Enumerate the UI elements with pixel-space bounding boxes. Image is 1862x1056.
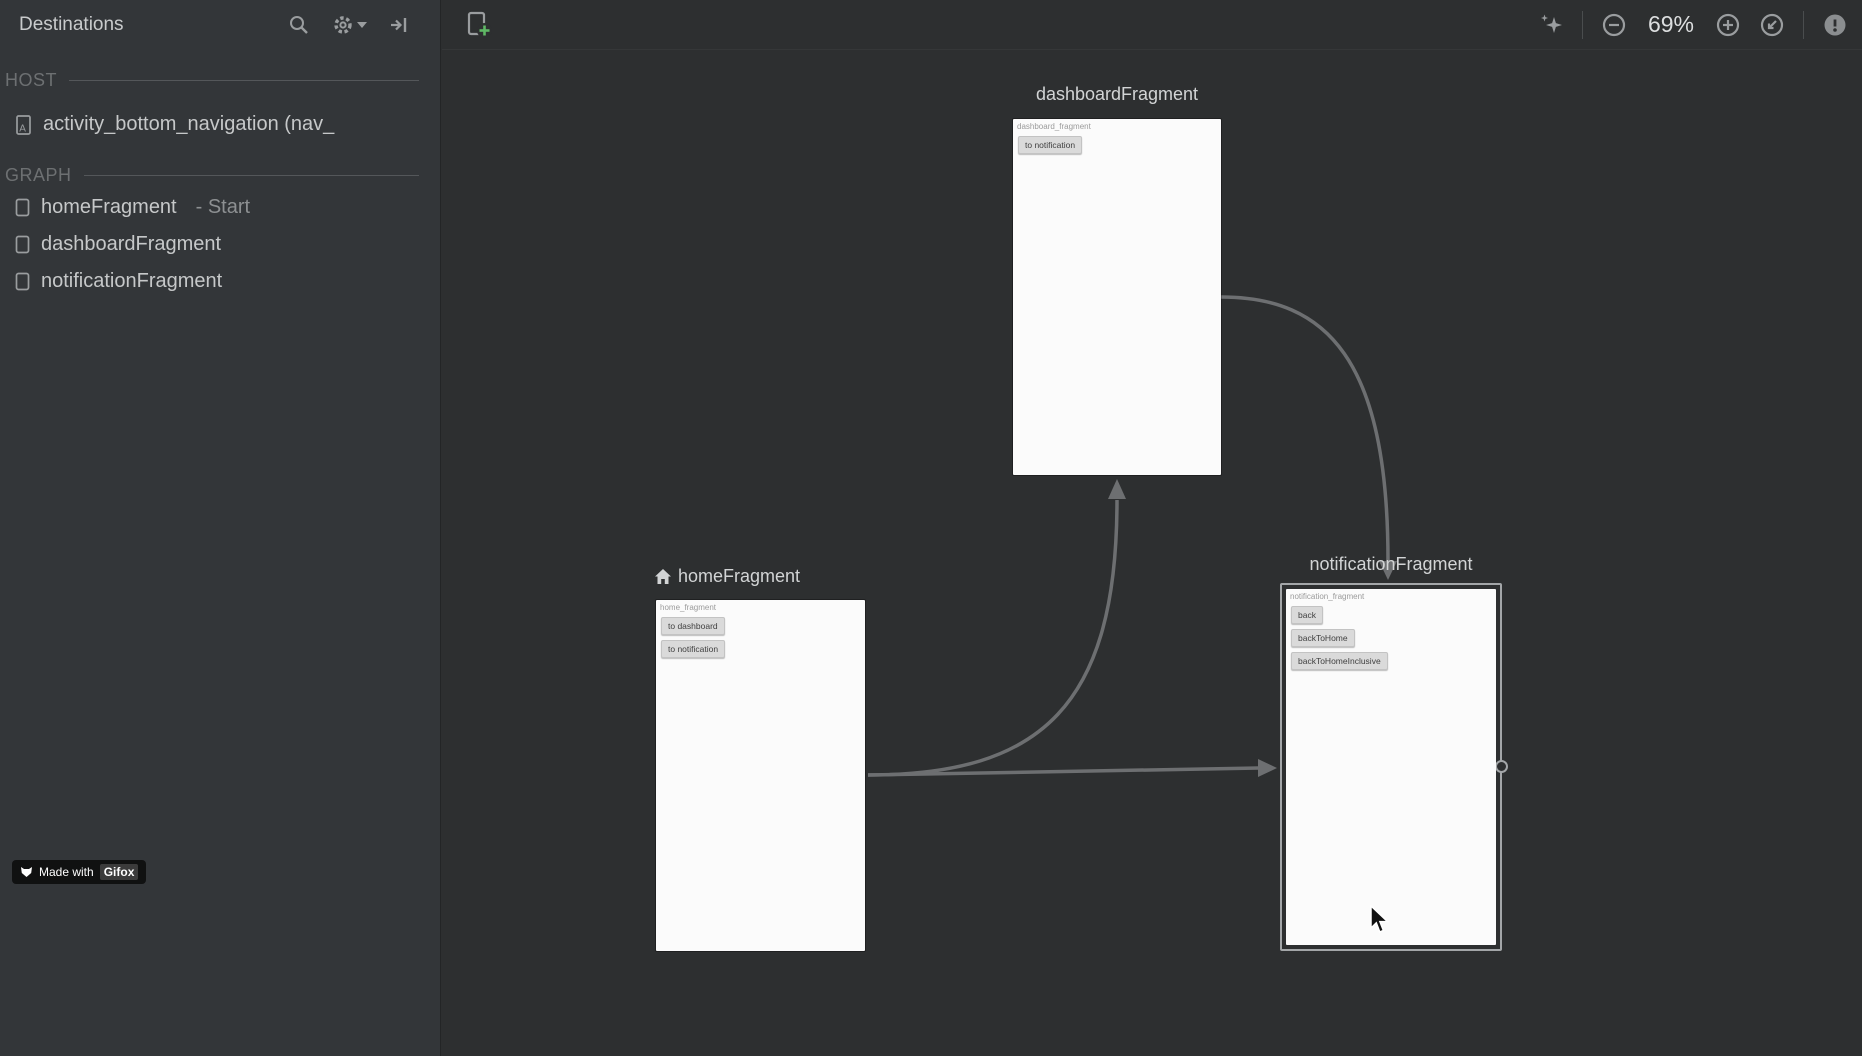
toolbar-right-group: 69% <box>1538 10 1848 39</box>
ai-sparkle-icon[interactable] <box>1538 12 1564 38</box>
fragment-icon <box>15 235 30 254</box>
watermark-text: Made with <box>39 865 94 879</box>
zoom-in-icon[interactable] <box>1715 12 1741 38</box>
watermark-brand: Gifox <box>99 864 139 880</box>
sidebar-item-home-fragment[interactable]: homeFragment - Start <box>0 189 440 226</box>
new-destination-icon[interactable] <box>464 10 494 40</box>
search-icon[interactable] <box>288 14 310 36</box>
fragment-title-text: homeFragment <box>678 566 801 586</box>
fragment-icon <box>15 198 30 217</box>
host-item-label: activity_bottom_navigation (nav_ <box>43 113 335 135</box>
host-section-rule <box>69 79 419 81</box>
canvas-toolbar: 69% <box>442 0 1862 50</box>
dashboard-fragment-card[interactable]: dashboard_fragment to notification <box>1013 119 1221 475</box>
dashboard-fragment-title[interactable]: dashboardFragment <box>1013 84 1221 105</box>
collapse-panel-icon[interactable] <box>389 15 410 35</box>
graph-destinations-list: homeFragment - Start dashboardFragment n… <box>0 189 440 300</box>
preview-button: back <box>1291 606 1323 624</box>
fox-icon <box>21 867 32 877</box>
edge-dashboard-to-notification[interactable] <box>1220 295 1397 580</box>
preview-button: to dashboard <box>661 617 725 635</box>
preview-button: backToHome <box>1291 629 1355 647</box>
zoom-out-icon[interactable] <box>1601 12 1627 38</box>
toolbar-separator <box>1803 10 1804 39</box>
graph-label-text: GRAPH <box>5 164 72 185</box>
layout-id-label: notification_fragment <box>1290 592 1365 601</box>
notification-fragment-card[interactable]: notification_fragment back backToHome ba… <box>1286 589 1496 945</box>
fragment-title-text: notificationFragment <box>1309 554 1473 574</box>
destinations-panel: Destinations HOST A activity_bottom_navi… <box>0 0 441 1056</box>
host-label-text: HOST <box>5 69 58 90</box>
destinations-header: Destinations <box>0 0 440 50</box>
tree-item-label: notificationFragment <box>41 270 223 292</box>
gear-icon[interactable] <box>332 14 367 36</box>
sidebar-item-notification-fragment[interactable]: notificationFragment <box>0 263 440 300</box>
sidebar-item-host-activity[interactable]: A activity_bottom_navigation (nav_ <box>0 104 440 145</box>
start-destination-suffix: - Start <box>195 196 251 218</box>
panel-title: Destinations <box>19 14 124 35</box>
layout-file-icon: A <box>16 114 31 135</box>
preview-button: backToHomeInclusive <box>1291 652 1388 670</box>
graph-section-label: GRAPH <box>0 163 440 187</box>
preview-button: to notification <box>661 640 726 658</box>
home-fragment-title[interactable]: homeFragment <box>654 566 800 587</box>
edge-drag-handle[interactable] <box>1495 760 1508 773</box>
sidebar-item-dashboard-fragment[interactable]: dashboardFragment <box>0 226 440 263</box>
notification-fragment-selection[interactable]: notification_fragment back backToHome ba… <box>1280 583 1508 951</box>
layout-id-label: dashboard_fragment <box>1017 122 1091 131</box>
edge-home-to-notification[interactable] <box>867 759 1277 777</box>
svg-text:A: A <box>19 123 26 134</box>
toolbar-separator <box>1582 10 1583 39</box>
gifox-watermark: Made with Gifox <box>12 860 147 884</box>
preview-button: to notification <box>1018 136 1083 154</box>
graph-section-rule <box>83 174 419 176</box>
design-canvas[interactable]: 69% dashboardFragment dashboard_fragment… <box>442 0 1862 1056</box>
fragment-icon <box>15 272 30 291</box>
panel-header-icons <box>288 14 410 36</box>
fragment-title-text: dashboardFragment <box>1035 84 1199 104</box>
issues-icon[interactable] <box>1822 12 1848 38</box>
gear-dropdown-caret <box>357 22 367 28</box>
home-fragment-card[interactable]: home_fragment to dashboard to notificati… <box>656 600 865 951</box>
home-icon <box>655 569 671 584</box>
edge-home-to-dashboard[interactable] <box>867 479 1126 777</box>
tree-item-label: dashboardFragment <box>41 233 222 255</box>
zoom-level-label: 69% <box>1647 11 1695 37</box>
host-section-label: HOST <box>0 68 440 92</box>
zoom-to-fit-icon[interactable] <box>1759 12 1785 38</box>
tree-item-label: homeFragment <box>41 196 177 218</box>
layout-id-label: home_fragment <box>660 603 717 612</box>
notification-fragment-title[interactable]: notificationFragment <box>1280 554 1502 575</box>
